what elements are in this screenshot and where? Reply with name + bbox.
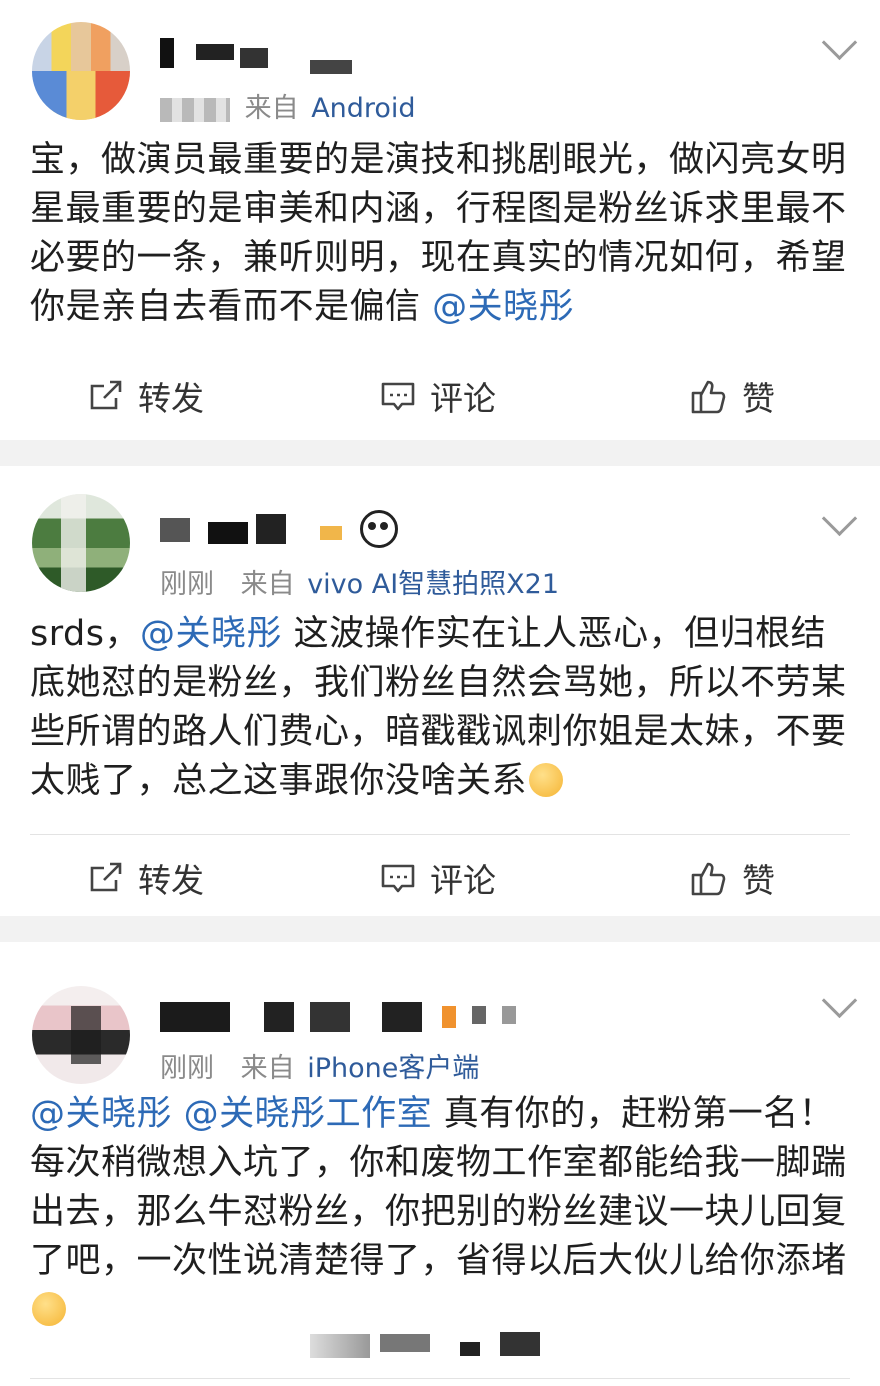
mention-link[interactable]: @关晓彤 xyxy=(140,614,282,654)
redacted-time xyxy=(160,97,230,122)
mention-link[interactable]: @关晓彤 xyxy=(30,1094,172,1134)
source-app: vivo AI智慧拍照X21 xyxy=(307,569,560,600)
mention-link[interactable]: @关晓彤工作室 xyxy=(184,1094,433,1134)
repost-icon xyxy=(90,862,122,892)
comment-button[interactable]: 评论 xyxy=(380,356,496,436)
post-meta: 刚刚 来自 iPhone客户端 xyxy=(160,1053,480,1084)
author-name[interactable] xyxy=(160,998,520,1038)
avatar[interactable] xyxy=(32,22,130,120)
chevron-down-icon[interactable] xyxy=(821,982,858,1019)
repost-icon xyxy=(90,380,122,410)
post-time: 刚刚 xyxy=(160,1053,214,1084)
comment-button[interactable]: 评论 xyxy=(380,838,496,918)
post-meta: 刚刚 来自 vivo AI智慧拍照X21 xyxy=(160,569,560,600)
post-card: 刚刚 来自 iPhone客户端 @关晓彤 @关晓彤工作室 真有你的，赶粉第一名！… xyxy=(0,942,880,1386)
weibo-comment-feed: 来自 Android 宝，做演员最重要的是演技和挑剧眼光，做闪亮女明星最重要的是… xyxy=(0,0,880,1386)
chevron-down-icon[interactable] xyxy=(821,24,858,61)
comment-icon xyxy=(381,382,415,411)
like-button[interactable]: 赞 xyxy=(690,356,775,436)
avatar[interactable] xyxy=(32,986,130,1084)
repost-button[interactable]: 转发 xyxy=(88,838,204,918)
author-name[interactable] xyxy=(160,34,360,74)
emoji-icon xyxy=(32,1292,66,1326)
post-body: @关晓彤 @关晓彤工作室 真有你的，赶粉第一名！每次稍微想入坑了，你和废物工作室… xyxy=(30,1090,850,1335)
divider xyxy=(30,1378,850,1379)
post-time: 刚刚 xyxy=(160,569,214,600)
avatar[interactable] xyxy=(32,494,130,592)
action-bar: 转发 评论 赞 xyxy=(0,838,880,918)
watermark xyxy=(310,1328,580,1368)
repost-button[interactable]: 转发 xyxy=(88,356,204,436)
comment-icon xyxy=(381,864,415,893)
panda-icon xyxy=(360,510,398,548)
emoji-icon xyxy=(529,763,564,797)
post-meta: 来自 Android xyxy=(160,86,416,125)
chevron-down-icon[interactable] xyxy=(821,500,858,537)
post-card: 刚刚 来自 vivo AI智慧拍照X21 srds，@关晓彤 这波操作实在让人恶… xyxy=(0,466,880,916)
mention-link[interactable]: @关晓彤 xyxy=(432,287,574,327)
post-body: srds，@关晓彤 这波操作实在让人恶心，但归根结底她怼的是粉丝，我们粉丝自然会… xyxy=(30,614,847,801)
thumbs-up-icon xyxy=(691,380,726,414)
post-body: 宝，做演员最重要的是演技和挑剧眼光，做闪亮女明星最重要的是审美和内涵，行程图是粉… xyxy=(30,140,847,327)
like-button[interactable]: 赞 xyxy=(690,838,775,918)
post-card: 来自 Android 宝，做演员最重要的是演技和挑剧眼光，做闪亮女明星最重要的是… xyxy=(0,0,880,440)
source-app: Android xyxy=(311,93,416,124)
action-bar: 转发 评论 赞 xyxy=(0,356,880,436)
source-app: iPhone客户端 xyxy=(307,1053,480,1084)
thumbs-up-icon xyxy=(691,862,726,896)
divider xyxy=(30,834,850,835)
